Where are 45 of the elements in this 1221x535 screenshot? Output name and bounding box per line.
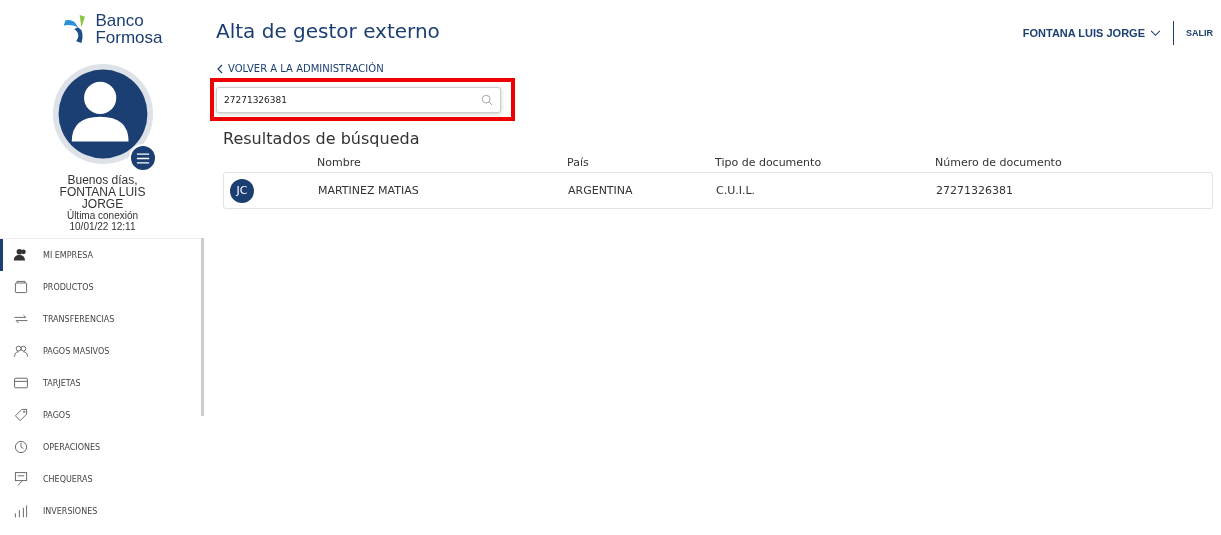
logout-link[interactable]: SALIR xyxy=(1186,28,1213,38)
column-header: Tipo de documento xyxy=(715,155,823,169)
wallet-icon[interactable] xyxy=(13,279,29,295)
search-icon[interactable] xyxy=(481,94,493,106)
user-menu-button[interactable]: FONTANA LUIS JORGE xyxy=(1022,27,1161,39)
sidebar-item[interactable]: INVERSIONES xyxy=(0,495,201,527)
greeting-text: Buenos días, xyxy=(67,174,138,186)
sidebar-item[interactable]: PAGOS MASIVOS xyxy=(0,335,201,367)
logo-text: Formosa xyxy=(95,29,163,46)
group-icon[interactable] xyxy=(13,343,29,359)
logo-text: Banco xyxy=(95,12,145,29)
table-cell-text: C.U.I.L. xyxy=(716,184,757,197)
table-cell-text: 27271326381 xyxy=(936,184,1014,197)
back-link[interactable]: VOLVER A LA ADMINISTRACIÓN xyxy=(217,63,384,74)
menu-button[interactable] xyxy=(128,144,157,172)
table-cell-text: ARGENTINA xyxy=(568,184,634,197)
bar-chart-icon[interactable] xyxy=(13,503,29,519)
sidebar-item[interactable]: PAGOS xyxy=(0,399,201,431)
chevron-left-icon[interactable] xyxy=(217,63,223,74)
page-title: Alta de gestor externo xyxy=(216,19,440,43)
sidebar-item[interactable]: TARJETAS xyxy=(0,367,201,399)
menu-icon[interactable] xyxy=(135,152,150,164)
sidebar-item[interactable]: PRODUCTOS xyxy=(0,271,201,303)
scrollbar[interactable] xyxy=(201,238,204,416)
user-name: FONTANA LUIS JORGE xyxy=(58,186,147,210)
people-icon[interactable] xyxy=(13,247,29,263)
last-login-time: 10/01/22 12:11 xyxy=(69,221,136,232)
sidebar-item[interactable]: TRANSFERENCIAS xyxy=(0,303,201,335)
search-field[interactable]: 27271326381 xyxy=(216,87,501,113)
column-header: País xyxy=(567,155,590,169)
result-row[interactable]: JC MARTINEZ MATIAS ARGENTINA C.U.I.L. 27271326381 xyxy=(223,172,1213,209)
sidebar-item[interactable]: OPERACIONES xyxy=(0,431,201,463)
last-login-label: Última conexión xyxy=(66,210,139,221)
column-header: Nombre xyxy=(317,155,362,169)
tag-icon[interactable] xyxy=(13,407,29,423)
avatar-icon xyxy=(50,62,155,166)
initials-avatar: JC xyxy=(230,178,254,203)
sidebar-item[interactable]: CHEQUERAS xyxy=(0,463,201,495)
table-cell-text: MARTINEZ MATIAS xyxy=(318,184,420,197)
chevron-down-icon[interactable] xyxy=(1150,29,1161,37)
card-icon[interactable] xyxy=(13,375,29,391)
checkbook-icon[interactable] xyxy=(13,471,29,487)
results-title: Resultados de búsqueda xyxy=(223,129,420,148)
clock-icon[interactable] xyxy=(13,439,29,455)
column-header: Número de documento xyxy=(935,155,1063,169)
